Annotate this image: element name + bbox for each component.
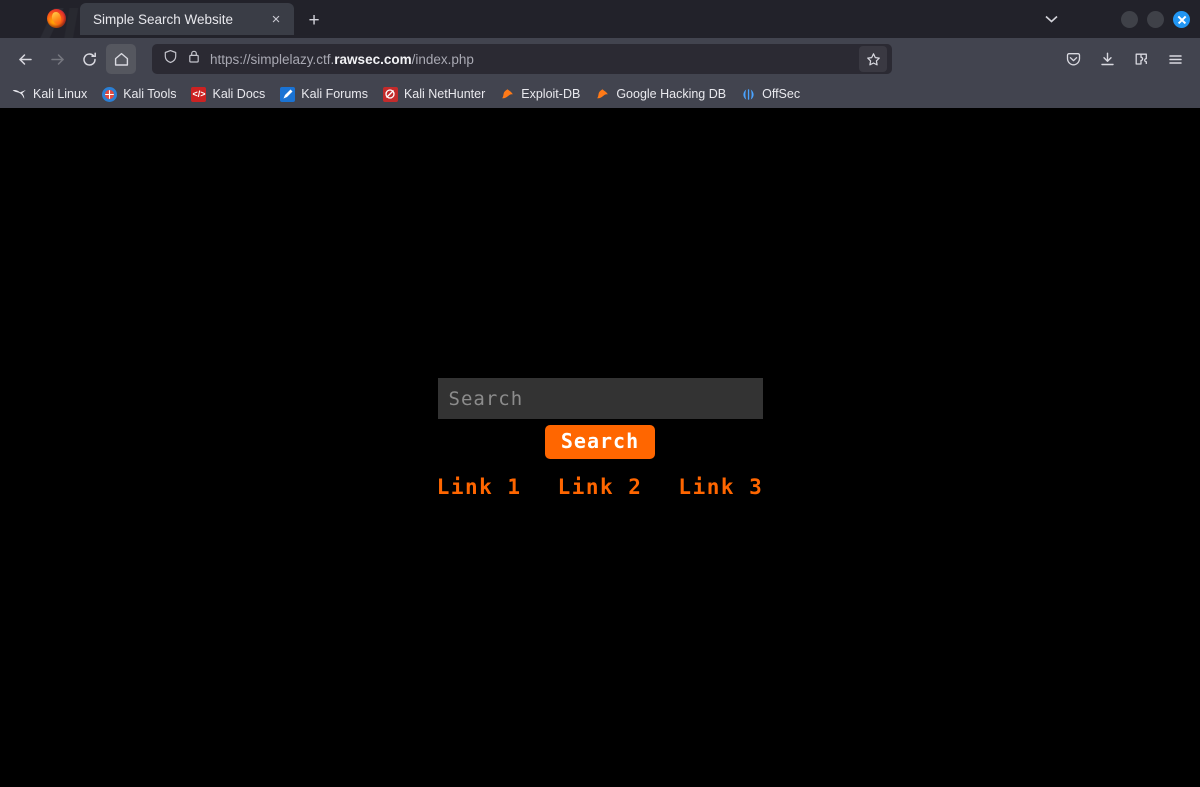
bookmark-google-hacking-db[interactable]: Google Hacking DB	[589, 84, 732, 105]
reload-icon[interactable]	[74, 44, 104, 74]
url-domain: rawsec.com	[334, 51, 412, 67]
pocket-icon[interactable]	[1058, 44, 1088, 74]
bookmark-label: Exploit-DB	[521, 87, 581, 101]
search-button[interactable]: Search	[544, 425, 656, 459]
browser-tab-active[interactable]: Simple Search Website ×	[80, 3, 294, 35]
links-row: Link 1 Link 2 Link 3	[437, 475, 764, 499]
bookmark-kali-docs[interactable]: </> Kali Docs	[185, 84, 271, 105]
bookmark-label: Kali Tools	[123, 87, 177, 101]
back-arrow-icon[interactable]	[10, 44, 40, 74]
bookmark-label: Kali Linux	[33, 87, 88, 101]
bookmarks-bar: Kali Linux Kali Tools </> Kali Docs Kali…	[0, 80, 1200, 108]
list-all-tabs-icon[interactable]	[1038, 6, 1064, 32]
kali-dragon-icon	[12, 87, 27, 102]
padlock-icon[interactable]	[187, 49, 201, 69]
navigation-toolbar: https://simplelazy.ctf.rawsec.com/index.…	[0, 38, 1200, 80]
home-icon[interactable]	[106, 44, 136, 74]
kali-forums-icon	[280, 86, 296, 102]
google-hacking-db-icon	[595, 87, 610, 102]
window-controls	[1038, 0, 1190, 38]
tab-title: Simple Search Website	[93, 11, 234, 27]
address-bar[interactable]: https://simplelazy.ctf.rawsec.com/index.…	[152, 44, 892, 74]
close-window-button[interactable]	[1173, 10, 1190, 28]
link-2[interactable]: Link 2	[558, 475, 643, 499]
star-icon[interactable]	[859, 46, 887, 72]
firefox-logo-icon	[47, 9, 66, 28]
address-bar-icons	[160, 49, 201, 69]
link-1[interactable]: Link 1	[437, 475, 522, 499]
download-icon[interactable]	[1092, 44, 1122, 74]
shield-icon[interactable]	[163, 49, 178, 69]
bookmark-kali-nethunter[interactable]: Kali NetHunter	[377, 84, 491, 105]
url-suffix: /index.php	[411, 51, 474, 67]
address-bar-url: https://simplelazy.ctf.rawsec.com/index.…	[210, 52, 850, 67]
bookmark-offsec[interactable]: OffSec	[735, 84, 806, 105]
bookmark-exploit-db[interactable]: Exploit-DB	[494, 84, 586, 105]
kali-docs-icon: </>	[191, 86, 207, 102]
extensions-icon[interactable]	[1126, 44, 1156, 74]
browser-window: Simple Search Website × + https://simple…	[0, 0, 1200, 787]
url-prefix: https://simplelazy.ctf.	[210, 51, 335, 67]
hamburger-menu-icon[interactable]	[1160, 44, 1190, 74]
bookmark-kali-forums[interactable]: Kali Forums	[274, 84, 374, 105]
bookmark-label: OffSec	[762, 87, 801, 101]
close-tab-icon[interactable]: ×	[266, 9, 286, 29]
bookmark-label: Kali NetHunter	[403, 87, 486, 101]
search-page-content: Search Link 1 Link 2 Link 3	[0, 378, 1200, 499]
kali-tools-icon	[102, 86, 118, 102]
bookmark-label: Google Hacking DB	[616, 87, 727, 101]
search-input[interactable]	[437, 378, 763, 419]
toolbar-right-actions	[1058, 44, 1190, 74]
maximize-window-button[interactable]	[1147, 10, 1164, 28]
forward-arrow-icon[interactable]	[42, 44, 72, 74]
new-tab-button[interactable]: +	[302, 8, 326, 32]
exploit-db-icon	[500, 87, 515, 102]
offsec-icon	[741, 87, 756, 102]
minimize-window-button[interactable]	[1121, 10, 1138, 28]
kali-nethunter-icon	[382, 86, 398, 102]
bookmark-label: Kali Forums	[301, 87, 368, 101]
bookmark-kali-tools[interactable]: Kali Tools	[96, 84, 182, 105]
page-viewport: Search Link 1 Link 2 Link 3	[0, 108, 1200, 787]
link-3[interactable]: Link 3	[678, 475, 763, 499]
bookmark-label: Kali Docs	[212, 87, 266, 101]
bookmark-kali-linux[interactable]: Kali Linux	[6, 84, 93, 105]
tab-bar: Simple Search Website × +	[0, 0, 1200, 38]
